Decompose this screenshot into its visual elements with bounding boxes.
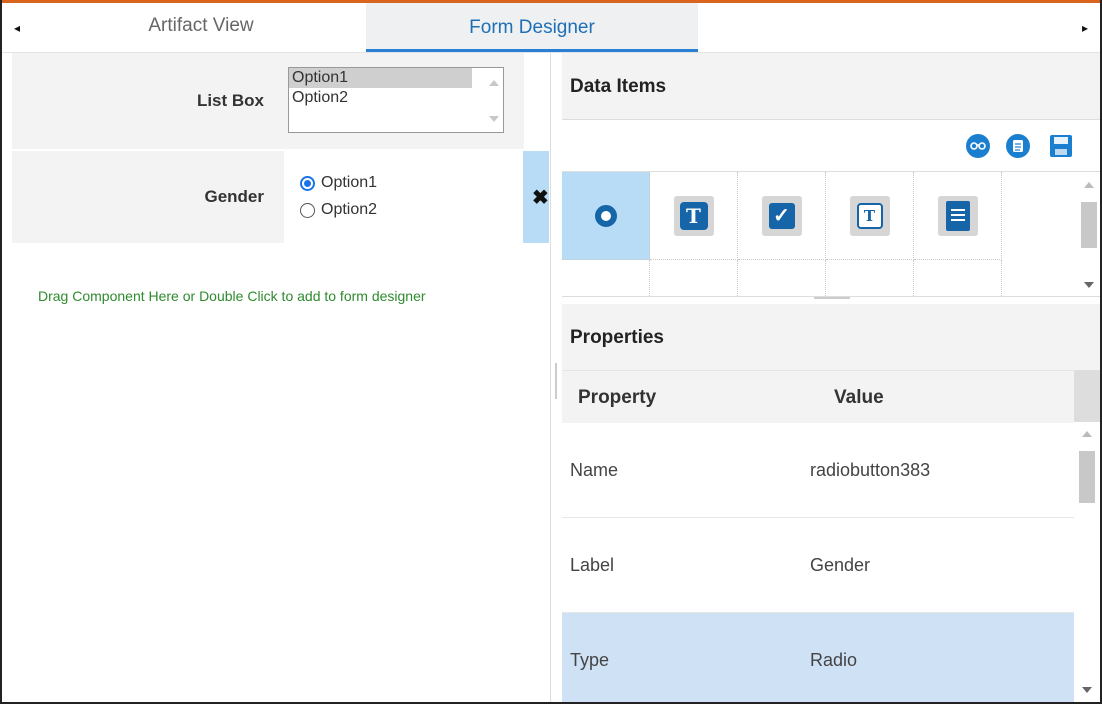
list-doc-icon <box>937 195 978 236</box>
palette-item[interactable] <box>826 260 914 297</box>
properties-title: Properties <box>570 327 664 348</box>
gender-option-1[interactable]: Option1 <box>300 174 377 192</box>
property-row-name[interactable]: Name radiobutton383 <box>562 423 1074 518</box>
radio-button-icon <box>586 196 626 236</box>
column-header-value[interactable]: Value <box>834 387 884 409</box>
tab-scroll-left-icon[interactable]: ◂ <box>2 3 32 52</box>
property-value-cell[interactable]: Radio <box>810 650 857 671</box>
scroll-up-icon[interactable] <box>1084 182 1094 188</box>
list-box-option[interactable]: Option1 <box>289 68 472 88</box>
list-box[interactable]: Option1 Option2 <box>288 67 504 133</box>
list-box-label: List Box <box>196 91 264 110</box>
scrollbar-thumb[interactable] <box>1081 202 1097 248</box>
form-row-list-box[interactable]: List Box Option1 Option2 <box>12 53 524 149</box>
data-items-header: Data Items <box>562 53 1100 119</box>
scroll-down-icon[interactable] <box>489 116 499 122</box>
palette-item-checkbox[interactable]: ✓ <box>738 172 826 260</box>
scroll-down-icon[interactable] <box>1082 687 1092 693</box>
scrollbar-thumb[interactable] <box>1079 451 1095 503</box>
property-value-cell[interactable]: Gender <box>810 555 870 576</box>
tab-bar: ◂ Artifact View Form Designer ▸ <box>2 3 1100 53</box>
form-canvas[interactable]: List Box Option1 Option2 Gender Option1 … <box>2 53 550 702</box>
scroll-down-icon[interactable] <box>1084 282 1094 288</box>
palette-item-radio[interactable] <box>562 172 650 260</box>
resize-knob[interactable] <box>814 297 850 299</box>
palette-item[interactable] <box>650 260 738 297</box>
property-value-cell[interactable]: radiobutton383 <box>810 460 930 481</box>
drop-zone-hint: Drag Component Here or Double Click to a… <box>38 288 426 304</box>
scroll-up-icon[interactable] <box>1082 431 1092 437</box>
property-row-label[interactable]: Label Gender <box>562 518 1074 613</box>
radio-unchecked-icon[interactable] <box>300 202 315 218</box>
tab-scroll-right-icon[interactable]: ▸ <box>1070 3 1100 52</box>
list-box-scrollbar[interactable] <box>483 68 503 132</box>
document-icon[interactable] <box>1006 134 1030 158</box>
palette-item-textbox[interactable]: T <box>650 172 738 260</box>
gender-option-2[interactable]: Option2 <box>300 201 377 219</box>
list-box-option[interactable]: Option2 <box>289 88 472 108</box>
palette-item[interactable] <box>562 260 650 297</box>
palette-item-textarea[interactable]: T <box>826 172 914 260</box>
text-area-icon: T <box>849 195 890 236</box>
gender-label: Gender <box>204 187 264 206</box>
checkbox-icon: ✓ <box>761 195 802 236</box>
splitter-grip[interactable] <box>555 363 557 399</box>
property-name-cell: Name <box>570 460 619 480</box>
properties-table-header: Property Value <box>562 370 1074 423</box>
form-row-gender[interactable]: Gender Option1 Option2 <box>12 151 524 243</box>
gender-radio-group: Option1 Option2 <box>284 151 524 243</box>
properties-header: Properties <box>562 304 1100 370</box>
radio-option-label: Option2 <box>321 201 378 218</box>
data-items-toolbar <box>562 119 1100 172</box>
palette-item[interactable] <box>738 260 826 297</box>
properties-scrollbar[interactable] <box>1074 423 1100 702</box>
palette-scrollbar[interactable] <box>1078 172 1100 297</box>
property-name-cell: Type <box>570 650 610 670</box>
property-name-cell: Label <box>570 555 615 575</box>
remove-field-icon[interactable]: ✖ <box>532 188 549 208</box>
save-icon[interactable] <box>1050 135 1072 157</box>
palette-item-list[interactable] <box>914 172 1002 260</box>
glasses-icon[interactable] <box>966 134 990 158</box>
radio-checked-icon[interactable] <box>300 175 315 191</box>
scroll-up-icon[interactable] <box>489 80 499 86</box>
text-box-icon: T <box>673 195 714 236</box>
component-palette: T ✓ T <box>562 171 1100 297</box>
tab-form-designer[interactable]: Form Designer <box>366 3 698 52</box>
tab-artifact-view[interactable]: Artifact View <box>36 3 366 49</box>
radio-option-label: Option1 <box>321 174 378 191</box>
data-items-title: Data Items <box>570 76 667 97</box>
side-panel: Data Items T ✓ T Properties Property Val… <box>562 53 1100 702</box>
column-header-property[interactable]: Property <box>578 387 656 409</box>
palette-item[interactable] <box>914 260 1002 297</box>
header-scroll-corner <box>1074 370 1100 422</box>
property-row-type[interactable]: Type Radio <box>562 613 1074 702</box>
